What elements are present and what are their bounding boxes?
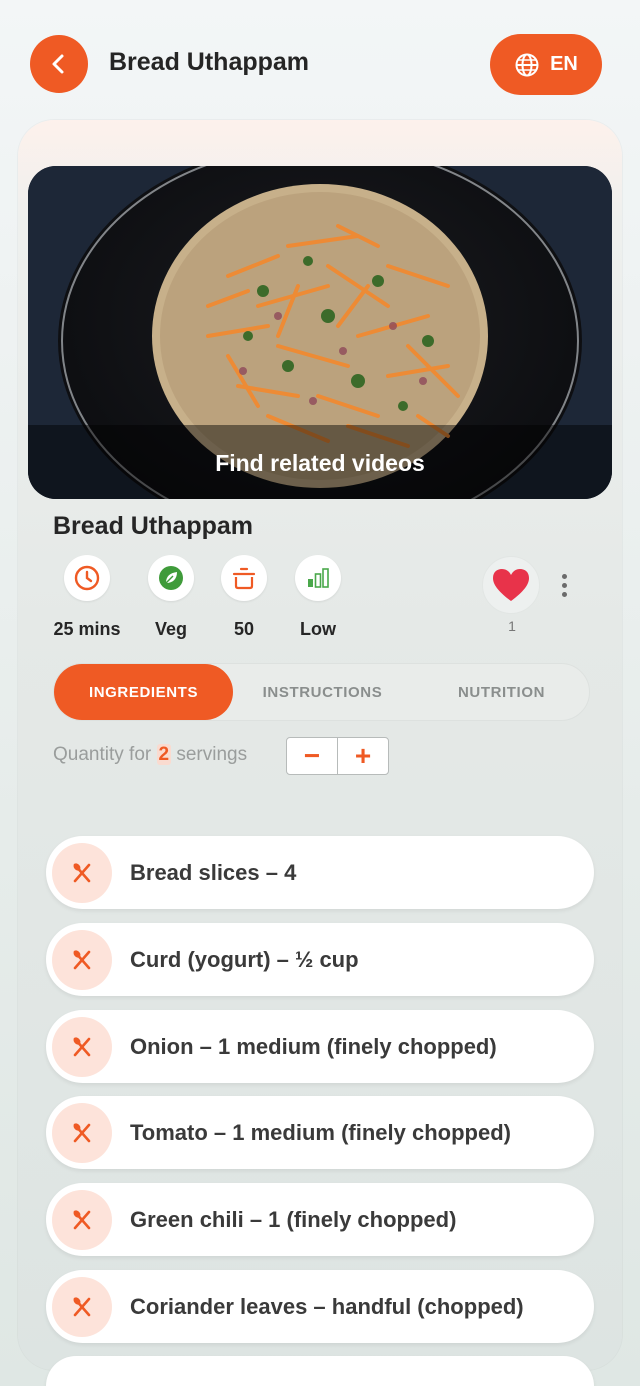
find-videos-overlay[interactable]: Find related videos (28, 425, 612, 499)
ingredient-item: Green chili – 1 (finely chopped) (46, 1183, 594, 1256)
pot-icon (232, 567, 256, 590)
ingredient-text: Tomato – 1 medium (finely chopped) (130, 1119, 511, 1145)
quantity-prefix: Quantity for (53, 744, 152, 765)
dot-icon (561, 574, 567, 579)
globe-icon (515, 53, 539, 76)
quantity-suffix: servings (176, 744, 248, 765)
favorite-count: 1 (508, 618, 516, 634)
quantity-label: Quantity for 2 servings (53, 744, 247, 766)
ingredient-icon-wrap (52, 1016, 112, 1077)
servings-stepper: − + (286, 737, 389, 775)
stat-time-label: 25 mins (53, 619, 121, 639)
ingredient-item: Onion – 1 medium (finely chopped) (46, 1010, 594, 1083)
ingredient-icon-wrap (52, 1189, 112, 1250)
favorite-button[interactable] (482, 556, 540, 614)
dot-icon (561, 592, 567, 597)
clock-icon (74, 565, 100, 591)
stat-diet-circle (148, 555, 194, 601)
stat-diet: Veg (136, 555, 206, 640)
ingredient-text: Onion – 1 medium (finely chopped) (130, 1033, 497, 1059)
top-bar: Bread Uthappam EN (0, 0, 640, 128)
stat-time: 25 mins (52, 555, 122, 640)
stat-time-circle (64, 555, 110, 601)
stat-calories-label: 50 (233, 619, 255, 639)
leaf-icon (159, 566, 183, 590)
chevron-left-icon (52, 54, 64, 74)
utensils-icon (73, 1122, 91, 1142)
ingredient-item: Bread slices – 4 (46, 836, 594, 909)
stat-difficulty-label: Low (300, 619, 336, 639)
utensils-icon (73, 1209, 91, 1229)
heart-icon (493, 569, 529, 601)
decrease-servings-button[interactable]: − (287, 738, 337, 774)
tab-nutrition[interactable]: NUTRITION (412, 664, 591, 720)
stat-calories-circle (221, 555, 267, 601)
ingredient-icon-wrap (52, 1102, 112, 1163)
favorite: 1 (482, 556, 542, 634)
dot-icon (561, 583, 567, 588)
ingredient-item-partial (46, 1356, 594, 1386)
utensils-icon (73, 862, 91, 882)
stat-difficulty: Low (283, 555, 353, 640)
back-button[interactable] (30, 35, 88, 93)
ingredient-item: Curd (yogurt) – ½ cup (46, 923, 594, 996)
utensils-icon (73, 1296, 91, 1316)
recipe-tabs: INGREDIENTS INSTRUCTIONS NUTRITION (53, 663, 590, 721)
increase-servings-button[interactable]: + (337, 738, 388, 774)
language-label: EN (550, 53, 578, 75)
ingredient-item: Tomato – 1 medium (finely chopped) (46, 1096, 594, 1169)
ingredient-text: Green chili – 1 (finely chopped) (130, 1206, 457, 1232)
more-options-button[interactable] (556, 574, 572, 604)
servings-count: 2 (156, 744, 172, 765)
utensils-icon (73, 1036, 91, 1056)
ingredient-text: Curd (yogurt) – ½ cup (130, 946, 359, 972)
language-button[interactable]: EN (490, 34, 602, 95)
stat-calories: 50 (209, 555, 279, 640)
stat-difficulty-circle (295, 555, 341, 601)
utensils-icon (73, 949, 91, 969)
ingredient-item: Coriander leaves – handful (chopped) (46, 1270, 594, 1343)
ingredient-text: Bread slices – 4 (130, 859, 297, 885)
page-title: Bread Uthappam (109, 48, 310, 76)
ingredient-icon-wrap (52, 929, 112, 990)
tab-ingredients[interactable]: INGREDIENTS (54, 664, 233, 720)
ingredient-icon-wrap (52, 1276, 112, 1337)
signal-bars-icon (308, 568, 329, 588)
find-videos-label: Find related videos (215, 449, 425, 476)
recipe-name: Bread Uthappam (53, 512, 254, 540)
ingredient-icon-wrap (52, 842, 112, 903)
ingredient-text: Coriander leaves – handful (chopped) (130, 1293, 524, 1319)
tab-instructions[interactable]: INSTRUCTIONS (233, 664, 412, 720)
stat-diet-label: Veg (154, 619, 188, 639)
recipe-image[interactable]: Find related videos (28, 166, 612, 499)
